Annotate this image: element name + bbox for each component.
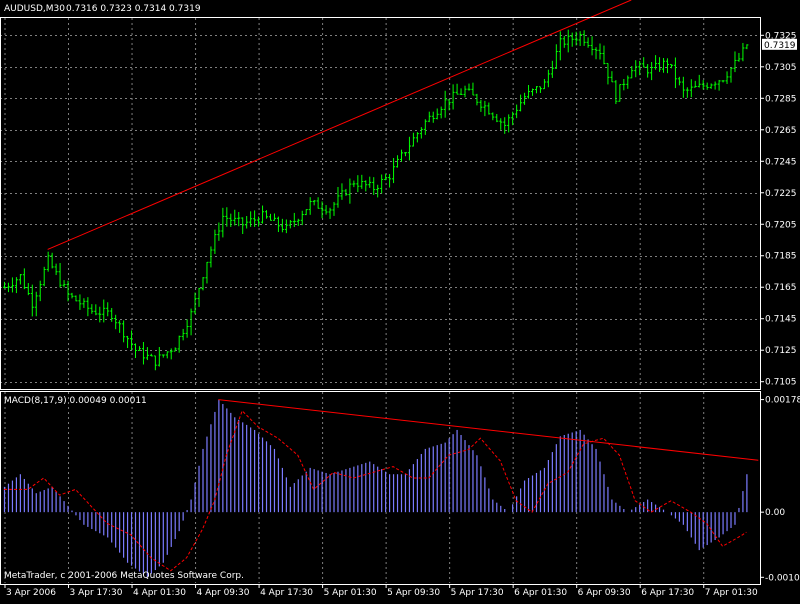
price-axis-label: 0.7125 <box>765 346 797 356</box>
price-pane-border <box>0 17 761 390</box>
macd-axis-label: 0.00178 <box>765 396 800 406</box>
chart-frame <box>0 17 761 585</box>
price-axis-label: 0.7305 <box>765 63 797 73</box>
grid <box>0 18 760 583</box>
price-axis-label: 0.7285 <box>765 94 797 104</box>
price-axis-label: 0.7145 <box>765 315 797 325</box>
price-axis-label: 0.7225 <box>765 189 797 199</box>
time-axis-label: 5 Apr 01:30 <box>324 588 377 598</box>
ohlc-readout: 0.7316 0.7323 0.7314 0.7319 <box>66 4 201 14</box>
price-axis-label: 0.7165 <box>765 283 797 293</box>
time-axis-label: 3 Apr 2006 <box>6 588 56 598</box>
time-axis-label: 3 Apr 17:30 <box>70 588 123 598</box>
chart-title: AUDUSD,M30 <box>4 4 65 14</box>
price-axis-label: 0.7205 <box>765 220 797 230</box>
copyright-text: MetaTrader, c 2001-2006 MetaQuotes Softw… <box>4 571 244 581</box>
macd-pane-border <box>0 391 761 585</box>
time-axis-label: 6 Apr 17:30 <box>641 588 694 598</box>
time-axis-label: 4 Apr 01:30 <box>133 588 186 598</box>
macd-title: MACD(8,17,9) 0.00049 0.00011 <box>4 396 147 406</box>
time-axis-label: 4 Apr 09:30 <box>197 588 250 598</box>
axis-labels: 0.73250.73050.72850.72650.72450.72250.72… <box>4 31 800 598</box>
time-axis-label: 5 Apr 09:30 <box>387 588 440 598</box>
price-trendline[interactable] <box>47 0 632 250</box>
chart-window[interactable]: 0.7325 0.7305 0.7285 0.7265 0.7245 0.7225 0.72… <box>0 0 800 600</box>
price-axis-label: 0.7265 <box>765 126 797 136</box>
time-axis-label: 6 Apr 01:30 <box>514 588 567 598</box>
time-axis-label: 4 Apr 17:30 <box>260 588 313 598</box>
macd-histogram <box>3 399 748 578</box>
current-price-label: 0.7319 <box>764 41 796 51</box>
price-axis-label: 0.7105 <box>765 378 797 388</box>
time-axis-label: 7 Apr 01:30 <box>705 588 758 598</box>
macd-axis-label: 0.00 <box>765 508 785 518</box>
price-axis-label: 0.7185 <box>765 252 797 262</box>
macd-axis-label: -0.00103 <box>765 573 800 583</box>
time-axis-label: 5 Apr 17:30 <box>451 588 504 598</box>
macd-trendline[interactable] <box>218 399 759 461</box>
price-axis-label: 0.7245 <box>765 157 797 167</box>
chart-canvas[interactable]: 0.73250.73050.72850.72650.72450.72250.72… <box>0 0 800 600</box>
time-axis-label: 6 Apr 09:30 <box>578 588 631 598</box>
